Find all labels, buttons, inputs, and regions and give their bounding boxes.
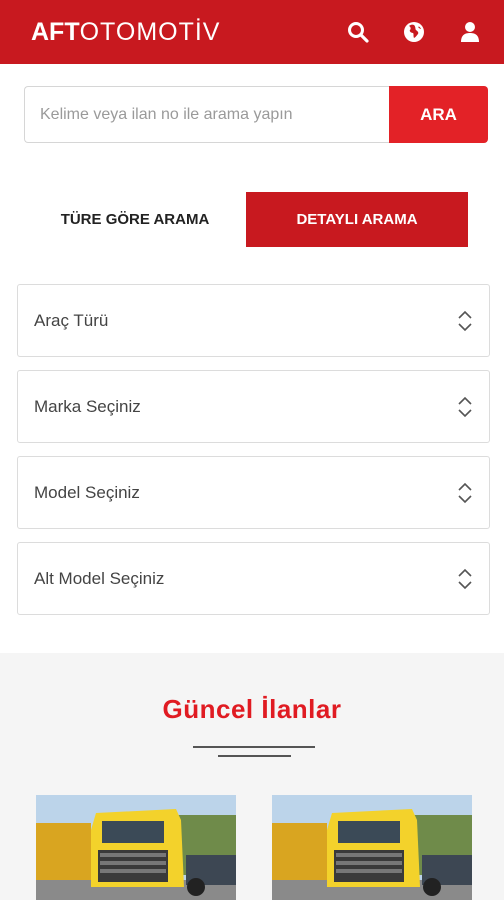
title-divider <box>193 746 315 748</box>
select-label: Alt Model Seçiniz <box>34 568 165 588</box>
top-app-bar: AFT OTOMOTİV <box>0 0 504 64</box>
truck-photo <box>272 795 472 900</box>
model-select[interactable]: Model Seçiniz <box>17 456 490 529</box>
vehicle-type-select[interactable]: Araç Türü <box>17 284 490 357</box>
chevron-updown-icon <box>458 568 472 589</box>
search-input[interactable] <box>24 86 389 143</box>
chevron-updown-icon <box>458 310 472 331</box>
truck-photo <box>36 795 236 900</box>
search-icon[interactable] <box>344 18 372 46</box>
search-mode-tabs: TÜRE GÖRE ARAMA DETAYLI ARAMA <box>24 192 468 247</box>
logo-light-text: OTOMOTİV <box>79 17 221 46</box>
listings-title: Güncel İlanlar <box>162 694 342 724</box>
brand-select[interactable]: Marka Seçiniz <box>17 370 490 443</box>
select-label: Araç Türü <box>34 310 109 330</box>
listing-thumbnail[interactable] <box>36 795 236 900</box>
sub-model-select[interactable]: Alt Model Seçiniz <box>17 542 490 615</box>
title-divider-short <box>218 755 291 757</box>
chevron-updown-icon <box>458 482 472 503</box>
user-icon[interactable] <box>456 18 484 46</box>
search-bar: ARA <box>24 86 488 143</box>
tab-type-search[interactable]: TÜRE GÖRE ARAMA <box>24 192 246 247</box>
select-label: Marka Seçiniz <box>34 396 141 416</box>
brand-logo[interactable]: AFT OTOMOTİV <box>31 17 221 46</box>
tab-detailed-search[interactable]: DETAYLI ARAMA <box>246 192 468 247</box>
globe-icon[interactable] <box>400 18 428 46</box>
logo-bold-text: AFT <box>31 17 80 46</box>
select-label: Model Seçiniz <box>34 482 140 502</box>
search-button[interactable]: ARA <box>389 86 488 143</box>
chevron-updown-icon <box>458 396 472 417</box>
listing-thumbnail[interactable] <box>272 795 472 900</box>
